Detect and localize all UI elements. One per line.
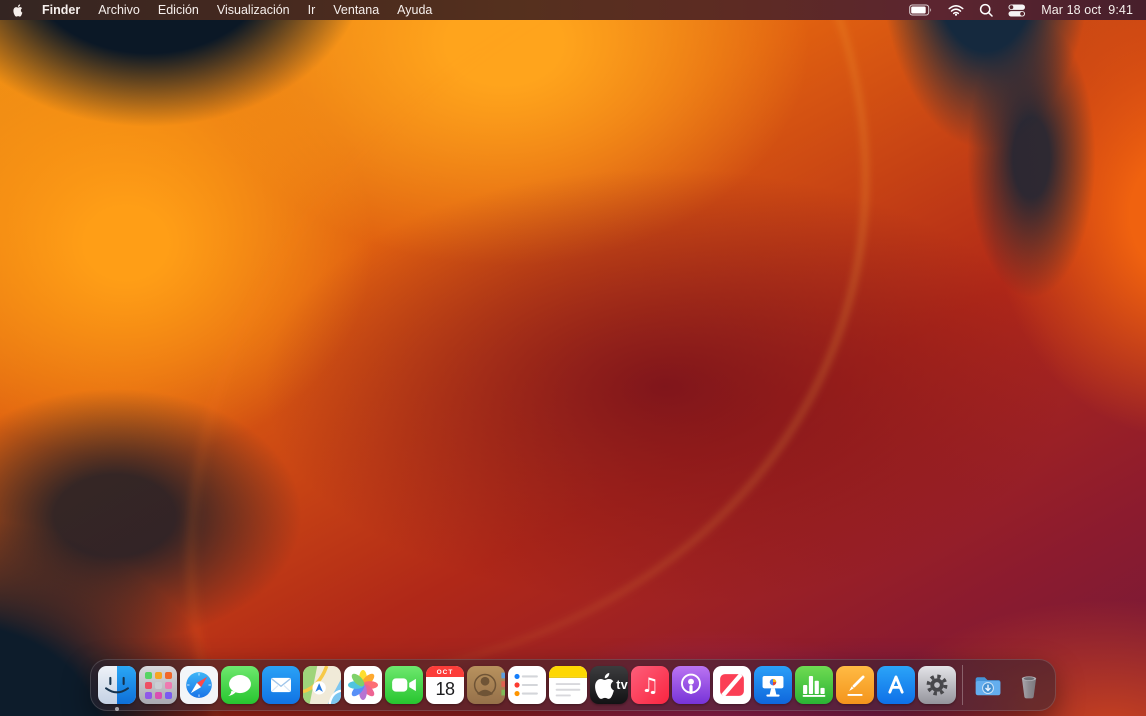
menu-bar-clock[interactable]: Mar 18 oct 9:41 [1041,3,1133,17]
dock: OCT 18 tv ♫ [90,659,1056,711]
menu-edicion[interactable]: Edición [158,3,199,17]
clock-date: Mar 18 oct [1041,3,1102,17]
dock-item-photos[interactable] [344,666,382,704]
wallpaper [0,0,1146,716]
apple-icon [13,3,23,17]
dock-item-appstore[interactable] [877,666,915,704]
running-indicator [115,707,119,711]
wifi-icon[interactable] [948,4,964,16]
dock-item-notes[interactable] [549,666,587,704]
podcasts-icon [672,666,710,704]
dock-divider [962,665,963,705]
menu-bar-left: Finder Archivo Edición Visualización Ir … [11,3,432,18]
dock-item-contacts[interactable] [467,666,505,704]
spotlight-search-icon[interactable] [979,3,993,17]
dock-item-settings[interactable] [918,666,956,704]
dock-item-launchpad[interactable] [139,666,177,704]
menu-finder[interactable]: Finder [42,3,80,17]
calendar-month: OCT [426,666,464,677]
trash-icon [1021,676,1037,699]
music-note-glyph: ♫ [641,673,659,697]
calendar-day: 18 [435,678,455,699]
dock-item-music[interactable]: ♫ [631,666,669,704]
dock-item-finder[interactable] [98,666,136,711]
maps-icon [303,666,341,704]
dock-item-mail[interactable] [262,666,300,704]
dock-item-downloads[interactable] [969,666,1007,704]
dock-item-pages[interactable] [836,666,874,704]
apple-tv-icon: tv [590,666,628,704]
menu-bar: Finder Archivo Edición Visualización Ir … [0,0,1146,20]
dock-item-calendar[interactable]: OCT 18 [426,666,464,704]
menu-ayuda[interactable]: Ayuda [397,3,432,17]
menu-ventana[interactable]: Ventana [333,3,379,17]
dock-item-reminders[interactable] [508,666,546,704]
clock-time: 9:41 [1108,3,1133,17]
launchpad-icon [139,666,177,704]
reminders-icon [508,666,546,704]
pages-icon [836,666,874,704]
mail-icon [262,666,300,704]
keynote-icon [754,666,792,704]
contacts-icon [467,666,505,704]
menu-visualizacion[interactable]: Visualización [217,3,290,17]
photos-icon [344,666,382,704]
app-store-icon [877,666,915,704]
menu-ir[interactable]: Ir [308,3,316,17]
menu-archivo[interactable]: Archivo [98,3,140,17]
calendar-icon: OCT 18 [426,666,464,704]
tv-label: tv [616,678,628,692]
wallpaper-layer [0,0,1000,716]
news-icon [713,666,751,704]
control-center-icon[interactable] [1008,4,1026,17]
wallpaper-layer [60,0,1146,716]
notes-icon [549,666,587,704]
dock-item-numbers[interactable] [795,666,833,704]
finder-icon [98,666,136,704]
safari-icon [180,666,218,704]
desktop: Finder Archivo Edición Visualización Ir … [0,0,1146,716]
menu-bar-status: Mar 18 oct 9:41 [909,3,1133,17]
system-settings-icon [918,666,956,704]
battery-icon[interactable] [909,4,933,16]
dock-item-podcasts[interactable] [672,666,710,704]
apple-glyph-icon [595,672,614,699]
facetime-icon [385,666,423,704]
dock-item-trash[interactable] [1010,666,1048,704]
dock-item-maps[interactable] [303,666,341,704]
downloads-folder-icon [975,677,1001,696]
messages-icon [221,666,259,704]
dock-item-messages[interactable] [221,666,259,704]
music-icon: ♫ [631,666,669,704]
dock-item-facetime[interactable] [385,666,423,704]
dock-item-appletv[interactable]: tv [590,666,628,704]
dock-item-news[interactable] [713,666,751,704]
numbers-icon [795,666,833,704]
dock-item-safari[interactable] [180,666,218,704]
apple-menu[interactable] [11,3,23,18]
dock-item-keynote[interactable] [754,666,792,704]
